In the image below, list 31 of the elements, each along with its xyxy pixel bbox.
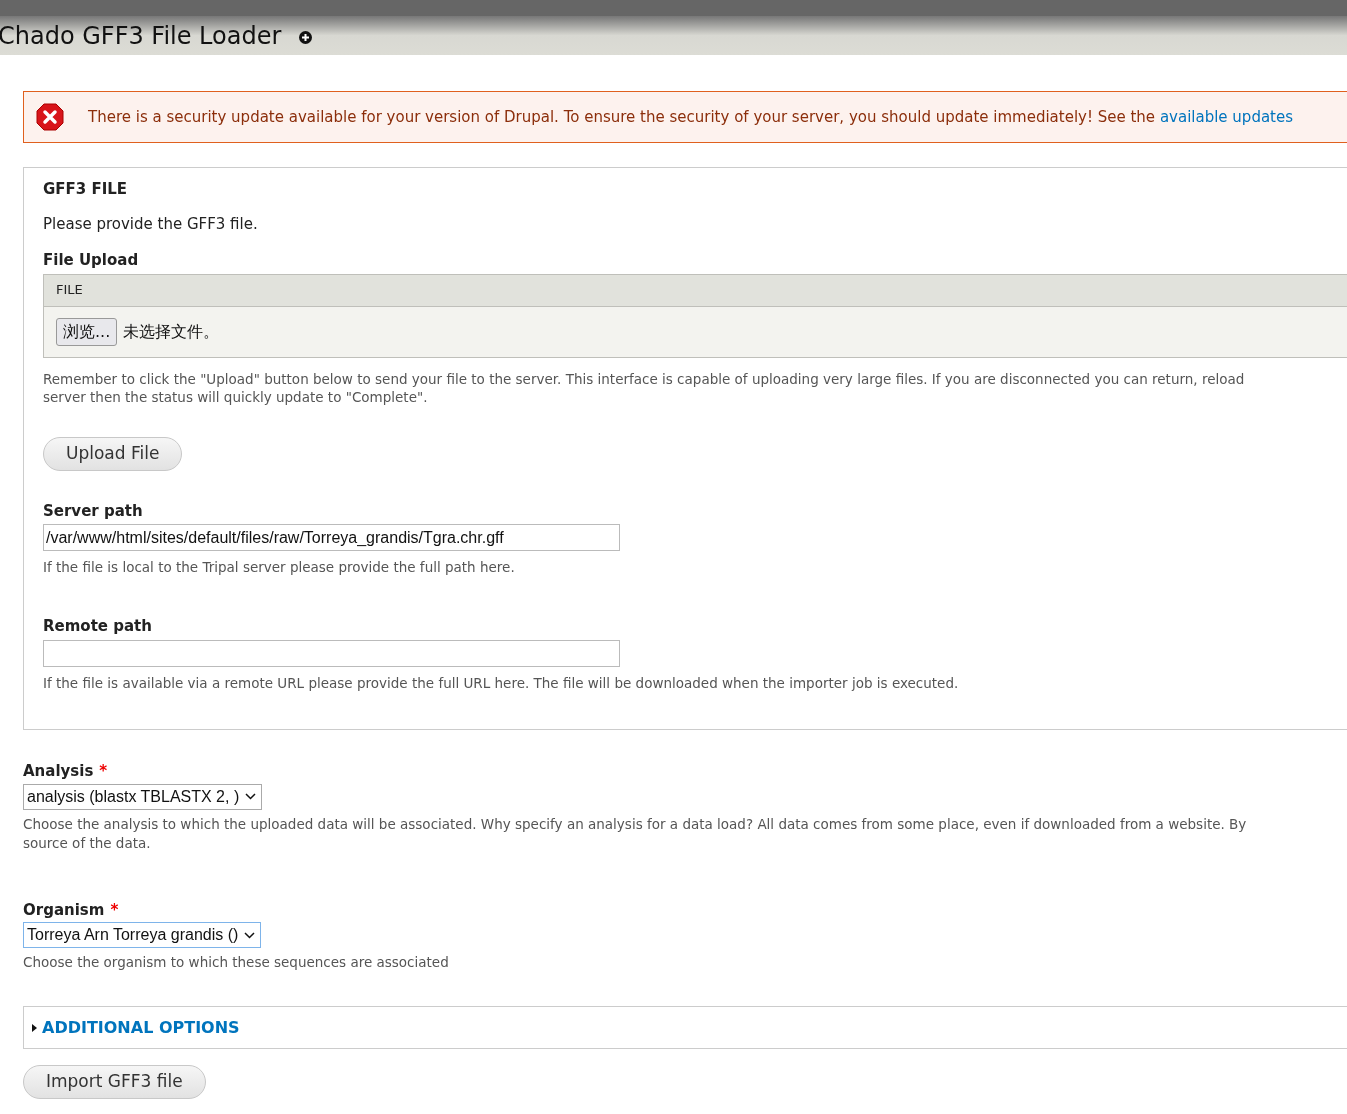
field-label: Remote path <box>43 616 153 638</box>
help-text: Remember to click the "Upload" button below to send your file to the server. This interface is capable of uploading very large files. If you are disconnected you can return, reload server then the status will quickly update to "Complete". <box>43 369 1246 406</box>
add-shortcut-icon[interactable] <box>299 31 313 44</box>
server-path-field[interactable]: /var/www/html/sites/default/files/raw/Torreya_grandis/Tgra.chr.gff <box>43 524 620 551</box>
field-label: File Upload <box>43 250 140 271</box>
intro-text: Please provide the GFF3 file. <box>43 213 259 235</box>
field-label: Server path <box>43 500 144 522</box>
alert-message: There is a security update available for your version of Drupal. To ensure the security of your server, you should update immediately! See the available updates <box>88 106 1293 128</box>
required-marker: * <box>99 761 108 782</box>
help-text: Choose the organism to which these sequences are associated <box>23 953 450 972</box>
help-text: Choose the analysis to which the uploaded data will be associated. Why specify an analysis for a data load? All data comes from some place, even if downloaded from a website. By source of the data. <box>23 814 1248 853</box>
additional-options-toggle[interactable]: ADDITIONAL OPTIONS <box>32 1015 240 1040</box>
browse-button[interactable]: 浏览... <box>56 317 118 346</box>
file-status: 未选择文件。 <box>123 320 220 343</box>
help-text: If the file is available via a remote URL please provide the full URL here. The file will be downloaded when the importer job is executed. <box>43 673 960 693</box>
chevron-down-icon <box>244 931 256 939</box>
page-title: Chado GFF3 File Loader <box>0 23 282 48</box>
select-dropdown[interactable]: analysis (blastx TBLASTX 2, ) <box>23 783 263 810</box>
remote-path-field[interactable] <box>43 639 620 667</box>
required-marker: * <box>110 899 119 921</box>
select-dropdown[interactable]: Torreya Arn Torreya grandis () <box>23 922 262 948</box>
error-icon <box>36 103 64 131</box>
chevron-down-icon <box>245 793 257 800</box>
fieldset-legend: GFF3 FILE <box>43 178 1347 201</box>
import-button[interactable]: Import GFF3 file <box>23 1065 206 1099</box>
field-label: Organism <box>23 899 105 921</box>
field-label: Analysis <box>23 761 94 782</box>
table-header: FILE <box>44 274 1347 307</box>
help-text: If the file is local to the Tripal server please provide the full path here. <box>43 558 516 577</box>
upload-button[interactable]: Upload File <box>43 436 183 471</box>
available-updates-link[interactable]: available updates <box>1159 107 1293 126</box>
